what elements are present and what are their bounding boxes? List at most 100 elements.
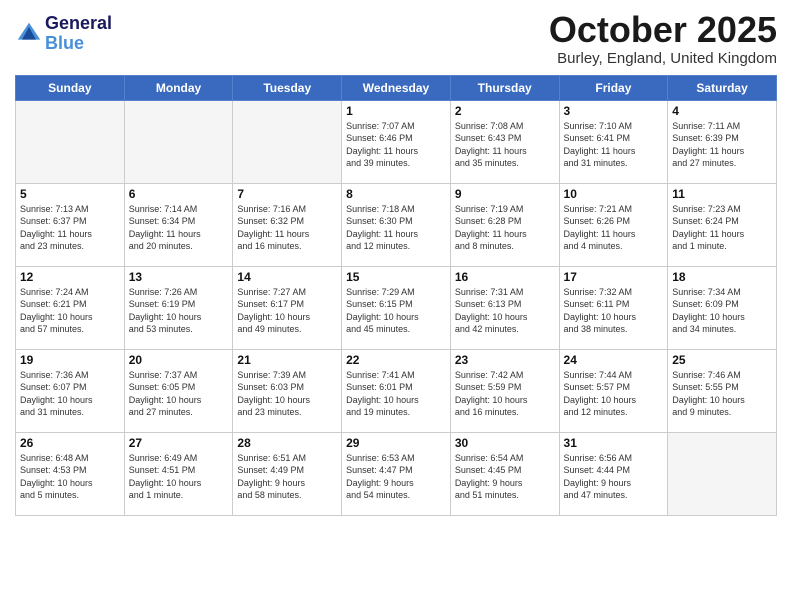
calendar-cell: 4 Sunrise: 7:11 AM Sunset: 6:39 PM Daylig… [668,100,777,183]
calendar-cell: 15Sunrise: 7:29 AM Sunset: 6:15 PM Dayli… [342,266,451,349]
calendar-cell: 29 Sunrise: 6:53 AM Sunset: 4:47 PM Dayli… [342,432,451,515]
day-number: 13 [129,270,229,284]
calendar-cell: 14 Sunrise: 7:27 AM Sunset: 6:17 PM Dayli… [233,266,342,349]
day-number: 21 [237,353,337,367]
day-info: Sunrise: 7:42 AM Sunset: 5:59 PM Dayligh… [455,369,555,419]
calendar-cell: 18Sunrise: 7:34 AM Sunset: 6:09 PM Dayli… [668,266,777,349]
logo-line2: Blue [45,33,84,53]
calendar-cell: 20 Sunrise: 7:37 AM Sunset: 6:05 PM Dayli… [124,349,233,432]
day-info: Sunrise: 6:51 AM Sunset: 4:49 PM Dayligh… [237,452,337,502]
calendar-cell [16,100,125,183]
day-number: 20 [129,353,229,367]
calendar-cell [124,100,233,183]
day-info: Sunrise: 7:31 AM Sunset: 6:13 PM Dayligh… [455,286,555,336]
day-number: 9 [455,187,555,201]
calendar-cell: 6Sunrise: 7:14 AM Sunset: 6:34 PM Daylig… [124,183,233,266]
day-info: Sunrise: 7:46 AM Sunset: 5:55 PM Dayligh… [672,369,772,419]
header: General Blue October 2025 Burley, Englan… [15,10,777,67]
day-number: 8 [346,187,446,201]
month-title: October 2025 [549,10,777,50]
day-number: 27 [129,436,229,450]
calendar-cell: 2 Sunrise: 7:08 AM Sunset: 6:43 PM Daylig… [450,100,559,183]
weekday-header-sunday: Sunday [16,75,125,100]
weekday-header-friday: Friday [559,75,668,100]
day-info: Sunrise: 7:14 AM Sunset: 6:34 PM Dayligh… [129,203,229,253]
page: General Blue October 2025 Burley, Englan… [0,0,792,612]
calendar-cell: 27 Sunrise: 6:49 AM Sunset: 4:51 PM Dayli… [124,432,233,515]
calendar-week-1: 1Sunrise: 7:07 AM Sunset: 6:46 PM Daylig… [16,100,777,183]
calendar-cell: 28Sunrise: 6:51 AM Sunset: 4:49 PM Dayli… [233,432,342,515]
calendar-week-4: 19Sunrise: 7:36 AM Sunset: 6:07 PM Dayli… [16,349,777,432]
day-info: Sunrise: 6:56 AM Sunset: 4:44 PM Dayligh… [564,452,664,502]
day-number: 23 [455,353,555,367]
day-info: Sunrise: 7:13 AM Sunset: 6:37 PM Dayligh… [20,203,120,253]
calendar-cell: 26 Sunrise: 6:48 AM Sunset: 4:53 PM Dayli… [16,432,125,515]
weekday-header-monday: Monday [124,75,233,100]
day-info: Sunrise: 6:49 AM Sunset: 4:51 PM Dayligh… [129,452,229,502]
day-info: Sunrise: 7:39 AM Sunset: 6:03 PM Dayligh… [237,369,337,419]
day-info: Sunrise: 7:16 AM Sunset: 6:32 PM Dayligh… [237,203,337,253]
calendar-cell [668,432,777,515]
day-number: 31 [564,436,664,450]
calendar-cell: 11 Sunrise: 7:23 AM Sunset: 6:24 PM Dayli… [668,183,777,266]
calendar-cell: 24Sunrise: 7:44 AM Sunset: 5:57 PM Dayli… [559,349,668,432]
weekday-header-saturday: Saturday [668,75,777,100]
logo-line1: General [45,14,112,34]
calendar-cell: 23 Sunrise: 7:42 AM Sunset: 5:59 PM Dayli… [450,349,559,432]
day-number: 7 [237,187,337,201]
calendar-cell: 1Sunrise: 7:07 AM Sunset: 6:46 PM Daylig… [342,100,451,183]
calendar-cell: 7 Sunrise: 7:16 AM Sunset: 6:32 PM Daylig… [233,183,342,266]
weekday-header-wednesday: Wednesday [342,75,451,100]
day-number: 2 [455,104,555,118]
day-info: Sunrise: 7:11 AM Sunset: 6:39 PM Dayligh… [672,120,772,170]
calendar-cell: 22Sunrise: 7:41 AM Sunset: 6:01 PM Dayli… [342,349,451,432]
day-number: 11 [672,187,772,201]
calendar-cell [233,100,342,183]
day-info: Sunrise: 6:54 AM Sunset: 4:45 PM Dayligh… [455,452,555,502]
day-info: Sunrise: 7:44 AM Sunset: 5:57 PM Dayligh… [564,369,664,419]
calendar-cell: 10 Sunrise: 7:21 AM Sunset: 6:26 PM Dayli… [559,183,668,266]
calendar-cell: 9Sunrise: 7:19 AM Sunset: 6:28 PM Daylig… [450,183,559,266]
day-info: Sunrise: 7:37 AM Sunset: 6:05 PM Dayligh… [129,369,229,419]
day-info: Sunrise: 7:34 AM Sunset: 6:09 PM Dayligh… [672,286,772,336]
day-number: 14 [237,270,337,284]
day-info: Sunrise: 7:21 AM Sunset: 6:26 PM Dayligh… [564,203,664,253]
calendar-cell: 17Sunrise: 7:32 AM Sunset: 6:11 PM Dayli… [559,266,668,349]
logo: General Blue [15,14,112,54]
calendar-week-5: 26 Sunrise: 6:48 AM Sunset: 4:53 PM Dayli… [16,432,777,515]
day-info: Sunrise: 7:18 AM Sunset: 6:30 PM Dayligh… [346,203,446,253]
day-number: 15 [346,270,446,284]
day-number: 26 [20,436,120,450]
day-number: 29 [346,436,446,450]
calendar-cell: 13Sunrise: 7:26 AM Sunset: 6:19 PM Dayli… [124,266,233,349]
calendar-cell: 8 Sunrise: 7:18 AM Sunset: 6:30 PM Daylig… [342,183,451,266]
calendar-body: 1Sunrise: 7:07 AM Sunset: 6:46 PM Daylig… [16,100,777,515]
calendar-cell: 5 Sunrise: 7:13 AM Sunset: 6:37 PM Daylig… [16,183,125,266]
weekday-header-tuesday: Tuesday [233,75,342,100]
weekday-header-thursday: Thursday [450,75,559,100]
calendar: SundayMondayTuesdayWednesdayThursdayFrid… [15,75,777,516]
calendar-header: SundayMondayTuesdayWednesdayThursdayFrid… [16,75,777,100]
day-number: 25 [672,353,772,367]
day-number: 30 [455,436,555,450]
day-number: 5 [20,187,120,201]
day-info: Sunrise: 6:53 AM Sunset: 4:47 PM Dayligh… [346,452,446,502]
day-number: 4 [672,104,772,118]
day-info: Sunrise: 7:23 AM Sunset: 6:24 PM Dayligh… [672,203,772,253]
calendar-cell: 19Sunrise: 7:36 AM Sunset: 6:07 PM Dayli… [16,349,125,432]
calendar-cell: 31 Sunrise: 6:56 AM Sunset: 4:44 PM Dayli… [559,432,668,515]
day-info: Sunrise: 7:27 AM Sunset: 6:17 PM Dayligh… [237,286,337,336]
logo-icon [15,20,43,48]
day-info: Sunrise: 6:48 AM Sunset: 4:53 PM Dayligh… [20,452,120,502]
logo-text: General Blue [45,14,112,54]
day-info: Sunrise: 7:24 AM Sunset: 6:21 PM Dayligh… [20,286,120,336]
calendar-cell: 12Sunrise: 7:24 AM Sunset: 6:21 PM Dayli… [16,266,125,349]
day-info: Sunrise: 7:32 AM Sunset: 6:11 PM Dayligh… [564,286,664,336]
day-number: 19 [20,353,120,367]
day-number: 16 [455,270,555,284]
location: Burley, England, United Kingdom [549,50,777,67]
calendar-cell: 21 Sunrise: 7:39 AM Sunset: 6:03 PM Dayli… [233,349,342,432]
day-number: 22 [346,353,446,367]
day-info: Sunrise: 7:08 AM Sunset: 6:43 PM Dayligh… [455,120,555,170]
day-number: 10 [564,187,664,201]
